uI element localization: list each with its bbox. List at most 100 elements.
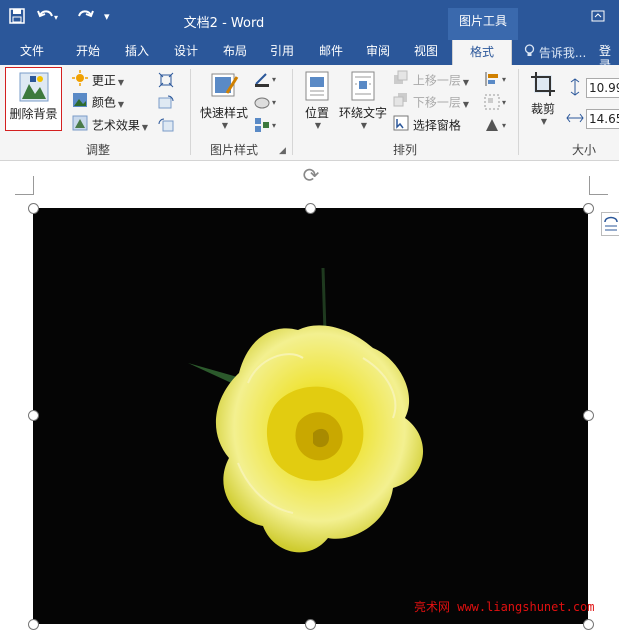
corrections-button[interactable]: 更正 ▼ (72, 70, 124, 90)
watermark-text: 亮术网 www.liangshunet.com (414, 600, 595, 614)
picture-tools-label: 图片工具 (448, 8, 518, 40)
picture-border-icon[interactable]: ▾ (254, 71, 280, 91)
rotate-icon[interactable]: ▾ (484, 117, 510, 137)
quick-styles-label: 快速样式 (199, 106, 248, 120)
height-icon (567, 78, 583, 100)
position-button[interactable]: 位置 ▼ (300, 71, 334, 130)
lightbulb-icon (524, 44, 539, 60)
rose-image (33, 208, 588, 624)
chevron-down-icon: ▼ (221, 121, 229, 130)
reset-picture-icon[interactable] (158, 118, 176, 138)
color-label: 颜色 (91, 95, 116, 110)
remove-background-icon (6, 72, 61, 105)
crop-icon (526, 71, 560, 100)
remove-background-label: 删除背景 (9, 107, 58, 121)
group-objects-icon[interactable]: ▾ (484, 94, 510, 114)
width-input[interactable]: 14.65 (586, 109, 619, 129)
tab-format[interactable]: 格式 (452, 40, 512, 65)
bring-forward-button[interactable]: 上移一层 ▼ (393, 70, 469, 90)
chevron-down-icon: ▼ (314, 121, 322, 130)
group-separator (190, 69, 191, 155)
wrap-text-icon (338, 71, 388, 104)
group-separator (292, 69, 293, 155)
chevron-down-icon: ▼ (462, 99, 469, 109)
resize-handle-bottom-left[interactable] (28, 619, 39, 630)
resize-handle-top-right[interactable] (583, 203, 594, 214)
chevron-down-icon: ▼ (117, 99, 124, 109)
selected-picture[interactable] (33, 208, 588, 624)
send-backward-icon (393, 92, 409, 114)
page-corner-mark (589, 176, 608, 195)
svg-text:▾: ▾ (502, 121, 506, 130)
wrap-text-label: 环绕文字 (338, 106, 387, 120)
resize-handle-top-left[interactable] (28, 203, 39, 214)
height-input[interactable]: 10.99 (586, 78, 619, 98)
adjust-group-label: 调整 (86, 143, 111, 157)
position-icon (300, 71, 334, 104)
arrange-group-label: 排列 (393, 143, 418, 157)
crop-label: 裁剪 (530, 102, 555, 116)
tell-me-box[interactable]: 告诉我... (524, 44, 586, 61)
width-icon (566, 110, 584, 130)
artistic-effects-button[interactable]: 艺术效果 ▼ (72, 115, 148, 135)
align-icon[interactable]: ▾ (484, 71, 510, 91)
quick-styles-icon (198, 71, 250, 104)
size-group-label: 大小 (572, 143, 597, 157)
svg-text:▾: ▾ (502, 75, 506, 84)
wrap-text-button[interactable]: 环绕文字 ▼ (338, 71, 388, 130)
sun-icon (72, 70, 88, 92)
window-title: 文档2 - Word (183, 16, 265, 31)
tab-home[interactable]: 开始 (76, 44, 100, 58)
chevron-down-icon: ▼ (462, 77, 469, 87)
resize-handle-bottom[interactable] (305, 619, 316, 630)
tell-me-text: 告诉我... (538, 46, 587, 60)
picture-styles-group-label: 图片样式 (210, 143, 259, 157)
resize-handle-left[interactable] (28, 410, 39, 421)
artistic-effects-icon (72, 115, 88, 137)
chevron-down-icon: ▼ (141, 122, 148, 132)
corrections-label: 更正 (91, 73, 116, 88)
svg-text:▾: ▾ (502, 98, 506, 107)
page-corner-mark (15, 176, 34, 195)
svg-text:▾: ▾ (272, 98, 276, 107)
selection-pane-icon (393, 115, 409, 137)
quick-styles-button[interactable]: 快速样式 ▼ (198, 71, 250, 130)
selection-pane-button[interactable]: 选择窗格 (393, 115, 461, 135)
layout-options-button[interactable] (601, 212, 619, 236)
send-backward-button[interactable]: 下移一层 ▼ (393, 92, 469, 112)
artistic-effects-label: 艺术效果 (91, 118, 140, 133)
resize-handle-right[interactable] (583, 410, 594, 421)
resize-handle-bottom-right[interactable] (583, 619, 594, 630)
color-button[interactable]: 颜色 ▼ (72, 92, 124, 112)
selection-pane-label: 选择窗格 (412, 118, 461, 133)
picture-effects-icon[interactable]: ▾ (254, 94, 280, 114)
chevron-down-icon: ▼ (540, 117, 548, 126)
bring-forward-label: 上移一层 (412, 73, 461, 88)
group-separator (518, 69, 519, 155)
tab-file[interactable]: 文件 (20, 44, 44, 58)
tab-insert[interactable]: 插入 (125, 44, 149, 58)
ribbon-display-options-icon[interactable] (590, 10, 606, 24)
picture-color-icon (72, 92, 88, 114)
dialog-launcher-icon[interactable]: ◢ (279, 146, 286, 156)
title-bar: ▾ ▾ 文档2 - Word 图片工具 (0, 0, 619, 40)
chevron-down-icon: ▼ (360, 121, 368, 130)
tab-mailings[interactable]: 邮件 (319, 44, 343, 58)
tab-references[interactable]: 引用 (270, 44, 294, 58)
bring-forward-icon (393, 70, 409, 92)
position-label: 位置 (304, 106, 329, 120)
resize-handle-top[interactable] (305, 203, 316, 214)
change-picture-icon[interactable] (158, 95, 174, 115)
svg-text:▾: ▾ (272, 75, 276, 84)
tab-layout[interactable]: 布局 (223, 44, 247, 58)
remove-background-button[interactable]: 删除背景 (5, 67, 62, 131)
tab-design[interactable]: 设计 (174, 44, 198, 58)
tab-view[interactable]: 视图 (414, 44, 438, 58)
rotation-handle-icon[interactable]: ⟳ (300, 164, 322, 186)
chevron-down-icon: ▼ (117, 77, 124, 87)
picture-layout-icon[interactable]: ▾ (254, 117, 280, 137)
compress-pictures-icon[interactable] (158, 72, 174, 92)
tab-review[interactable]: 审阅 (366, 44, 390, 58)
crop-button[interactable]: 裁剪 ▼ (526, 71, 560, 126)
layout-options-icon (604, 216, 618, 231)
